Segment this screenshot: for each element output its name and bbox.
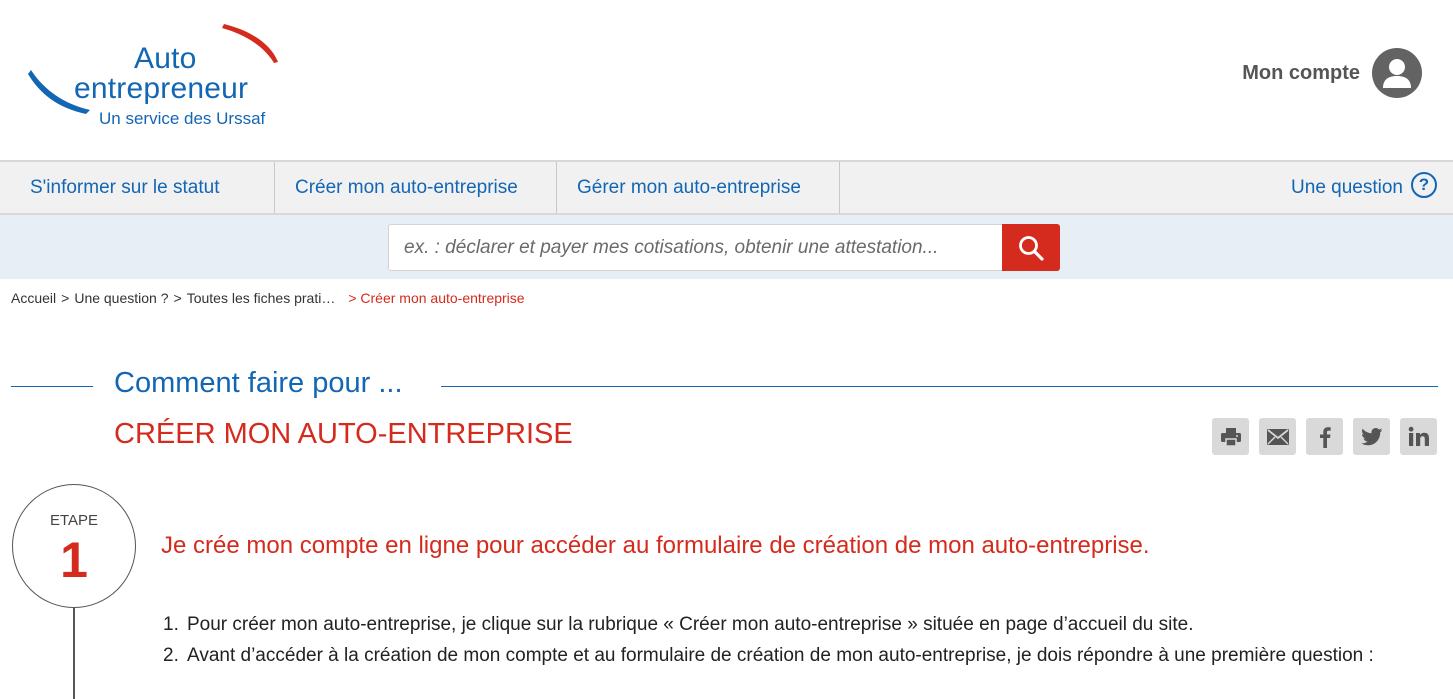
step-heading: Je crée mon compte en ligne pour accéder… bbox=[161, 532, 1150, 559]
share-toolbar bbox=[1212, 418, 1437, 455]
user-avatar-icon bbox=[1372, 48, 1422, 98]
page-title: CRÉER MON AUTO-ENTREPRISE bbox=[114, 418, 573, 450]
list-item-text: Pour créer mon auto-entreprise, je cliqu… bbox=[187, 614, 1194, 635]
nav-item-creer[interactable]: Créer mon auto-entreprise bbox=[275, 162, 557, 213]
logo-tagline: Un service des Urssaf bbox=[99, 109, 266, 128]
print-button[interactable] bbox=[1212, 418, 1249, 455]
list-item-text: Avant d’accéder à la création de mon com… bbox=[187, 645, 1374, 666]
how-to-title: Comment faire pour ... bbox=[114, 367, 403, 399]
search-band bbox=[0, 215, 1453, 279]
logo-text-entrepreneur: entrepreneur bbox=[74, 72, 249, 105]
facebook-share-button[interactable] bbox=[1306, 418, 1343, 455]
twitter-icon bbox=[1360, 427, 1382, 445]
logo-text-auto: Auto bbox=[134, 42, 197, 75]
breadcrumb-current: > Créer mon auto-entreprise bbox=[348, 290, 525, 306]
mail-icon bbox=[1266, 428, 1289, 445]
linkedin-share-button[interactable] bbox=[1400, 418, 1437, 455]
main-nav: S'informer sur le statut Créer mon auto-… bbox=[0, 160, 1453, 215]
breadcrumb-separator: > bbox=[173, 290, 182, 306]
step-label: ETAPE bbox=[49, 512, 99, 529]
facebook-icon bbox=[1319, 426, 1331, 448]
list-item: 2. Avant d’accéder à la création de mon … bbox=[163, 640, 1417, 671]
question-mark-icon: ? bbox=[1411, 171, 1437, 198]
breadcrumb-accueil[interactable]: Accueil bbox=[11, 290, 56, 306]
nav-item-gerer[interactable]: Gérer mon auto-entreprise bbox=[557, 162, 840, 213]
auto-entrepreneur-logo[interactable]: Auto entrepreneur Un service des Urssaf bbox=[28, 20, 288, 135]
nav-question-label: Une question bbox=[1291, 176, 1403, 198]
title-divider-right bbox=[441, 386, 1438, 387]
linkedin-icon bbox=[1408, 426, 1429, 446]
breadcrumb-une-question[interactable]: Une question ? bbox=[74, 290, 168, 306]
search-input[interactable] bbox=[389, 225, 1002, 270]
search-button[interactable] bbox=[1002, 224, 1060, 271]
account-link[interactable]: Mon compte bbox=[1242, 48, 1422, 98]
list-item: 1. Pour créer mon auto-entreprise, je cl… bbox=[163, 609, 1417, 640]
step-number: 1 bbox=[60, 532, 88, 588]
title-divider-left bbox=[11, 386, 93, 387]
step-badge: ETAPE 1 bbox=[12, 484, 136, 608]
breadcrumb-separator: > bbox=[61, 290, 70, 306]
twitter-share-button[interactable] bbox=[1353, 418, 1390, 455]
list-item-number: 2. bbox=[163, 645, 179, 666]
breadcrumb: Accueil > Une question ? > Toutes les fi… bbox=[11, 290, 525, 306]
step-connector-line bbox=[73, 608, 75, 699]
mail-share-button[interactable] bbox=[1259, 418, 1296, 455]
search-icon bbox=[1019, 235, 1044, 261]
site-header: Auto entrepreneur Un service des Urssaf … bbox=[0, 0, 1453, 160]
nav-item-informer[interactable]: S'informer sur le statut bbox=[0, 162, 275, 213]
account-label: Mon compte bbox=[1242, 61, 1360, 84]
print-icon bbox=[1220, 427, 1241, 447]
nav-item-question[interactable]: Une question ? bbox=[1291, 162, 1437, 213]
list-item-number: 1. bbox=[163, 614, 179, 635]
step-instructions-list: 1. Pour créer mon auto-entreprise, je cl… bbox=[163, 609, 1417, 671]
search-box bbox=[388, 224, 1060, 271]
breadcrumb-fiches-pratiques[interactable]: Toutes les fiches prati… bbox=[187, 290, 336, 306]
